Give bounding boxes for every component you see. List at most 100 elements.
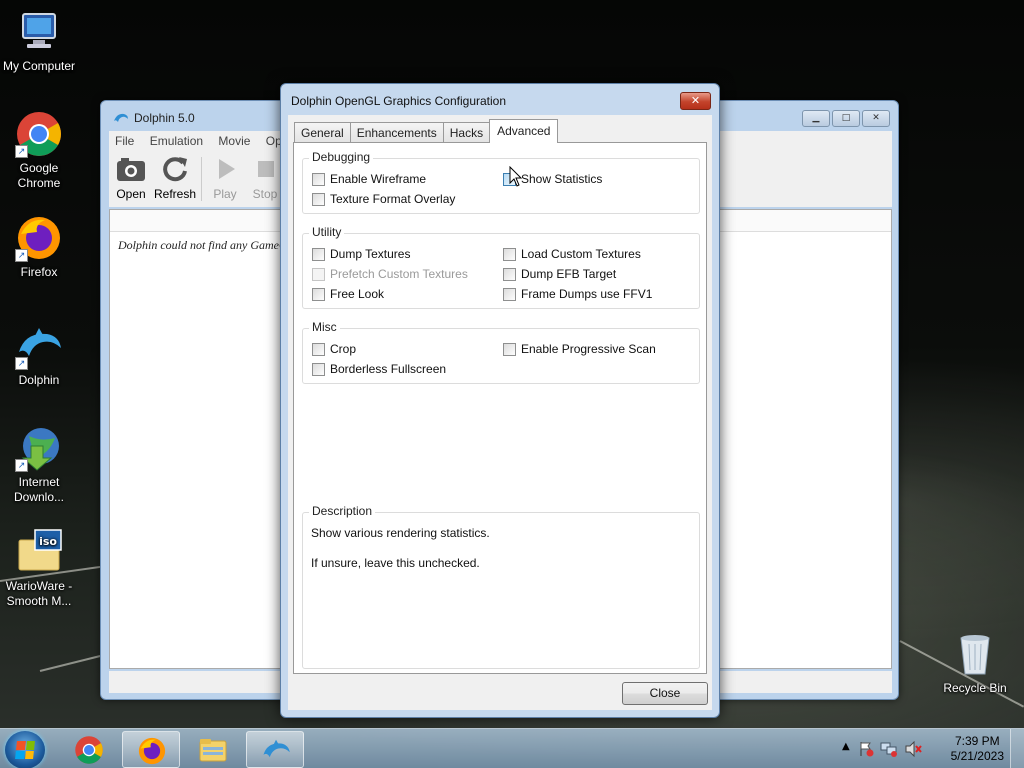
advanced-tab-panel: Debugging Enable Wireframe Show Statisti…: [293, 142, 707, 674]
desktop-icon-warioware-iso[interactable]: iso WarioWare - Smooth M...: [0, 528, 78, 609]
firefox-icon: ↗: [15, 214, 63, 262]
close-button[interactable]: Close: [622, 682, 708, 705]
checkbox-label: Prefetch Custom Textures: [330, 267, 468, 281]
desktop-icon-chrome[interactable]: ↗ Google Chrome: [0, 110, 78, 191]
checkbox-box[interactable]: [503, 247, 516, 261]
close-icon: ✕: [690, 94, 701, 107]
dialog-title: Dolphin OpenGL Graphics Configuration: [291, 94, 507, 108]
misc-group: Misc Crop Enable Progressive Scan Border…: [302, 320, 700, 384]
dolphin-icon: [261, 736, 291, 766]
load-custom-textures-checkbox[interactable]: Load Custom Textures: [503, 247, 641, 261]
desktop-icon-label: Recycle Bin: [943, 681, 1007, 695]
desktop-icon-label: WarioWare - Smooth M...: [5, 579, 73, 608]
checkbox-box[interactable]: [312, 362, 325, 376]
checkbox-box[interactable]: [312, 342, 325, 356]
svg-text:iso: iso: [39, 535, 57, 548]
open-button[interactable]: Open: [113, 155, 149, 201]
action-center-flag-icon[interactable]: [858, 741, 874, 757]
stop-icon: [249, 155, 281, 183]
tab-hacks[interactable]: Hacks: [442, 122, 491, 143]
checkbox-label: Enable Progressive Scan: [521, 342, 656, 356]
checkbox-box[interactable]: [503, 342, 516, 356]
chrome-icon: ↗: [15, 110, 63, 158]
group-label: Misc: [309, 320, 340, 334]
refresh-button[interactable]: Refresh: [153, 155, 197, 201]
iso-file-icon: iso: [15, 528, 63, 576]
borderless-fullscreen-checkbox[interactable]: Borderless Fullscreen: [312, 362, 446, 376]
tab-general[interactable]: General: [294, 122, 351, 143]
dump-efb-target-checkbox[interactable]: Dump EFB Target: [503, 267, 616, 281]
checkbox-box: [312, 267, 325, 281]
minimize-button[interactable]: ▁: [802, 110, 830, 127]
tab-advanced[interactable]: Advanced: [489, 119, 559, 143]
graphics-config-dialog[interactable]: Dolphin OpenGL Graphics Configuration ✕ …: [280, 83, 720, 718]
desktop-icon-label: Dolphin: [18, 373, 60, 387]
crop-checkbox[interactable]: Crop: [312, 342, 356, 356]
recycle-bin-icon: [951, 630, 999, 678]
volume-muted-icon[interactable]: [904, 741, 922, 757]
description-text: Show various rendering statistics.: [311, 526, 490, 540]
dump-textures-checkbox[interactable]: Dump Textures: [312, 247, 410, 261]
checkbox-label: Crop: [330, 342, 357, 356]
checkbox-box[interactable]: [503, 267, 516, 281]
checkbox-box[interactable]: [312, 172, 325, 186]
start-button[interactable]: [5, 731, 45, 768]
tab-enhancements[interactable]: Enhancements: [349, 122, 444, 143]
menu-file[interactable]: File: [109, 131, 140, 151]
shortcut-arrow-icon: ↗: [15, 357, 28, 370]
window-title-text: Dolphin 5.0: [134, 111, 195, 125]
system-tray: ▲ 7:39 PM 5/21/2023: [834, 729, 1024, 768]
idm-icon: ↗: [15, 424, 63, 472]
shortcut-arrow-icon: ↗: [15, 145, 28, 158]
texture-format-overlay-checkbox[interactable]: Texture Format Overlay: [312, 192, 455, 206]
play-button[interactable]: Play: [207, 155, 243, 201]
enable-wireframe-checkbox[interactable]: Enable Wireframe: [312, 172, 426, 186]
stop-button[interactable]: Stop: [247, 155, 283, 201]
taskbar-firefox[interactable]: [122, 731, 180, 768]
windows-logo-icon: [15, 741, 35, 759]
checkbox-box[interactable]: [312, 287, 325, 301]
dolphin-icon: [114, 113, 128, 122]
clock[interactable]: 7:39 PM 5/21/2023: [951, 734, 1004, 764]
refresh-icon: [159, 155, 191, 183]
clock-time: 7:39 PM: [954, 734, 1000, 748]
taskbar-file-explorer[interactable]: [184, 731, 242, 768]
toolbar-label: Stop: [252, 187, 278, 201]
desktop-icon-dolphin[interactable]: ↗ Dolphin: [0, 322, 78, 388]
network-icon[interactable]: [880, 741, 898, 757]
group-label: Debugging: [309, 150, 374, 164]
checkbox-box[interactable]: [503, 287, 516, 301]
menu-emulation[interactable]: Emulation: [144, 131, 209, 151]
desktop-icon-my-computer[interactable]: My Computer: [0, 8, 78, 74]
maximize-button[interactable]: □: [832, 110, 860, 127]
desktop-icon-internet-download-manager[interactable]: ↗ Internet Downlo...: [0, 424, 78, 505]
window-title: Dolphin 5.0: [113, 111, 195, 125]
taskbar-chrome[interactable]: [60, 731, 118, 768]
dialog-close-x-button[interactable]: ✕: [680, 92, 711, 110]
window-close-button[interactable]: ✕: [862, 110, 890, 127]
show-hidden-icons-button[interactable]: ▲: [842, 741, 850, 752]
checkbox-box[interactable]: [312, 247, 325, 261]
desktop-icon-firefox[interactable]: ↗ Firefox: [0, 214, 78, 280]
checkbox-label: Free Look: [330, 287, 385, 301]
frame-dumps-ffv1-checkbox[interactable]: Frame Dumps use FFV1: [503, 287, 652, 301]
shortcut-arrow-icon: ↗: [15, 249, 28, 262]
description-hint: If unsure, leave this unchecked.: [311, 556, 480, 570]
dolphin-icon: ↗: [15, 322, 63, 370]
file-explorer-icon: [198, 735, 228, 765]
show-desktop-button[interactable]: [1010, 729, 1024, 768]
checkbox-label: Borderless Fullscreen: [330, 362, 447, 376]
menu-movie[interactable]: Movie: [212, 131, 256, 151]
checkbox-box[interactable]: [312, 192, 325, 206]
checkbox-label: Load Custom Textures: [521, 247, 641, 261]
taskbar-dolphin[interactable]: [246, 731, 304, 768]
utility-group: Utility Dump Textures Load Custom Textur…: [302, 225, 700, 309]
toolbar-label: Refresh: [153, 187, 197, 201]
free-look-checkbox[interactable]: Free Look: [312, 287, 384, 301]
checkbox-label: Frame Dumps use FFV1: [521, 287, 653, 301]
desktop-icon-label: Firefox: [20, 265, 58, 279]
desktop-icon-recycle-bin[interactable]: Recycle Bin: [936, 630, 1014, 696]
enable-progressive-scan-checkbox[interactable]: Enable Progressive Scan: [503, 342, 656, 356]
clock-date: 5/21/2023: [950, 749, 1004, 763]
open-icon: [115, 155, 147, 183]
